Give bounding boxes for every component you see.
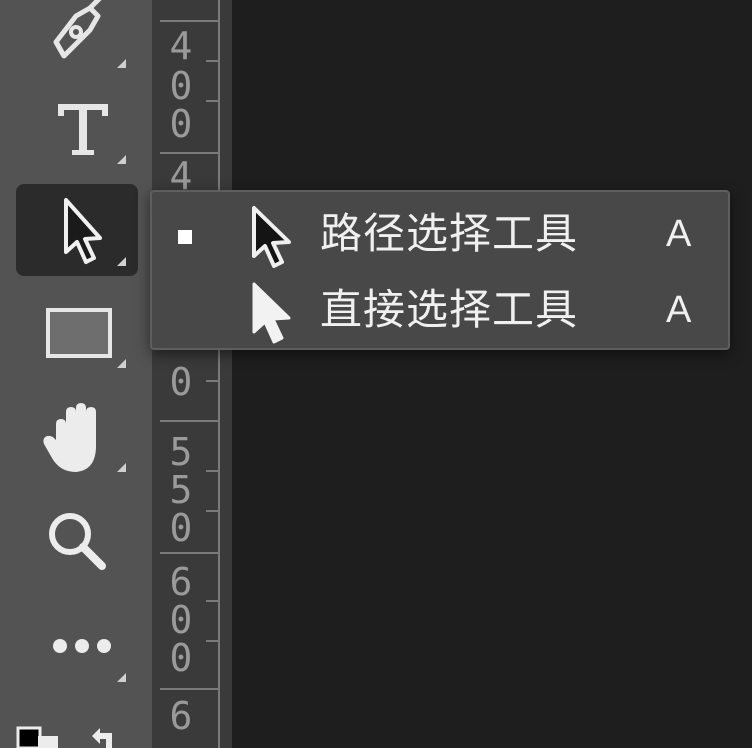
selection-tools-flyout: 路径选择工具 A 直接选择工具 A	[150, 190, 730, 350]
menu-item-shortcut: A	[666, 289, 692, 331]
white-arrow-icon	[252, 282, 291, 344]
submenu-indicator-icon	[117, 155, 126, 164]
edit-toolbar-button[interactable]	[16, 600, 138, 692]
zoom-icon	[49, 513, 106, 570]
menu-item-label: 路径选择工具	[320, 209, 579, 258]
ruler-tick	[206, 100, 220, 102]
menu-item-path-selection-tool[interactable]: 路径选择工具 A	[152, 198, 728, 270]
ruler-tick	[206, 600, 220, 602]
ruler-tick	[206, 380, 220, 382]
color-swatches-area	[0, 714, 152, 748]
ruler-tick	[206, 60, 220, 62]
selected-indicator-icon	[178, 230, 192, 244]
zoom-tool-button[interactable]	[16, 494, 138, 586]
ruler-tick	[160, 420, 220, 422]
swatch-icons	[16, 726, 112, 748]
type-tool-button[interactable]	[16, 82, 138, 174]
toolbar-divider	[152, 0, 160, 748]
ruler-tick	[160, 552, 220, 554]
photoshop-workspace: 4 0 0 4 0 5 5 0 6 0 0 6 路径选择工具 A 直接选择工具 …	[0, 0, 752, 748]
tools-panel	[0, 0, 152, 748]
black-arrow-icon	[252, 206, 291, 268]
ruler-label: 0	[169, 598, 193, 642]
rectangle-tool-button[interactable]	[16, 286, 138, 378]
background-color-icon[interactable]	[38, 736, 58, 748]
ruler-label: 6	[169, 560, 193, 604]
ruler-label: 0	[169, 360, 193, 404]
ruler-tick	[206, 640, 220, 642]
ruler-baseline	[218, 0, 220, 748]
pen-tool-button[interactable]	[16, 0, 138, 78]
ruler-label: 5	[169, 430, 193, 474]
foreground-color-icon[interactable]	[16, 726, 42, 748]
menu-item-direct-selection-tool[interactable]: 直接选择工具 A	[152, 274, 728, 346]
submenu-indicator-icon	[117, 59, 126, 68]
ruler-label: 4	[169, 24, 193, 68]
menu-item-label: 直接选择工具	[320, 285, 579, 334]
ruler-tick	[160, 688, 220, 690]
swap-colors-icon[interactable]	[92, 728, 112, 748]
ruler-label: 0	[169, 636, 193, 680]
ruler-tick	[206, 470, 220, 472]
submenu-indicator-icon	[117, 673, 126, 682]
ruler-label: 6	[169, 694, 193, 738]
ruler-label: 0	[169, 64, 193, 108]
ruler-tick	[160, 20, 220, 22]
ruler-label: 5	[169, 468, 193, 512]
ruler-label: 0	[169, 102, 193, 146]
menu-item-shortcut: A	[666, 213, 692, 255]
submenu-indicator-icon	[117, 463, 126, 472]
hand-tool-button[interactable]	[16, 390, 138, 482]
ruler-label: 0	[169, 506, 193, 550]
submenu-indicator-icon	[117, 257, 126, 266]
path-selection-tool-button[interactable]	[16, 184, 138, 276]
submenu-indicator-icon	[117, 359, 126, 368]
ruler-tick	[206, 510, 220, 512]
